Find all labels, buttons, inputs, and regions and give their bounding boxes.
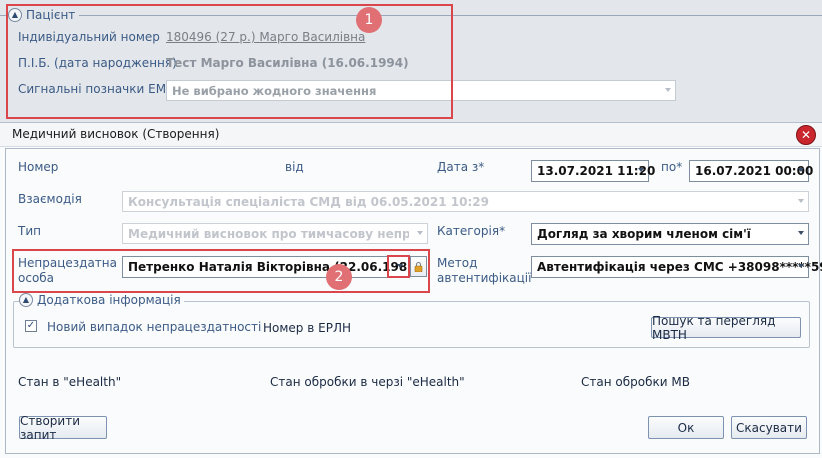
create-request-button[interactable]: Створити запит — [19, 414, 107, 442]
chevron-down-icon — [665, 88, 671, 92]
number-label: Номер — [18, 160, 59, 174]
interaction-value: Консультація спеціаліста СМД від 06.05.2… — [128, 195, 489, 209]
status-queue: Стан обробки в черзі "eHealth" — [270, 375, 465, 389]
type-value: Медичний висновок про тимчасову непрацез… — [128, 227, 409, 241]
chevron-down-icon — [798, 231, 804, 235]
dialog-title: Медичний висновок (Створення) — [12, 127, 220, 141]
chevron-down-icon — [798, 264, 804, 268]
extra-info-header[interactable]: ▲ Додаткова інформація — [19, 293, 184, 307]
date-to-value: 16.07.2021 00:00 — [695, 164, 814, 178]
step-badge-1: 1 — [356, 7, 382, 33]
status-mv: Стан обробки МВ — [581, 375, 690, 389]
new-case-label: Новий випадок непрацездатності — [47, 320, 262, 334]
category-value: Догляд за хворим членом сім'ї — [537, 227, 751, 241]
type-select[interactable]: Медичний висновок про тимчасову непрацез… — [122, 223, 428, 244]
status-ehealth: Стан в "eHealth" — [18, 375, 122, 389]
collapse-icon[interactable]: ▲ — [19, 293, 33, 307]
date-from-field[interactable]: 13.07.2021 11:20 — [531, 160, 655, 182]
interaction-select[interactable]: Консультація спеціаліста СМД від 06.05.2… — [122, 191, 809, 212]
date-to-field[interactable]: 16.07.2021 00:00 — [689, 160, 813, 182]
search-mvtn-button[interactable]: Пошук та перегляд МВТН — [651, 314, 801, 342]
auth-label: Метод автентифікації — [437, 256, 531, 286]
chevron-down-icon[interactable] — [638, 168, 644, 172]
erln-label: Номер в ЕРЛН — [263, 321, 351, 335]
highlight-box-2 — [12, 249, 430, 293]
new-case-checkbox[interactable]: ✓ — [25, 320, 37, 332]
highlight-box-arrow — [387, 255, 410, 278]
chevron-down-icon[interactable] — [798, 168, 804, 172]
auth-value: Автентифікація через СМС +38098*****59 — [537, 260, 822, 274]
from-label: від — [285, 160, 304, 174]
type-label: Тип — [18, 224, 41, 238]
category-select[interactable]: Догляд за хворим членом сім'ї — [531, 223, 809, 245]
ok-button[interactable]: Ок — [648, 416, 724, 439]
extra-info-title: Додаткова інформація — [37, 293, 181, 307]
step-badge-2: 2 — [326, 264, 352, 290]
auth-label-line1: Метод — [437, 256, 478, 270]
auth-label-line2: автентифікації — [437, 271, 532, 285]
medical-conclusion-dialog: Медичний висновок (Створення) ✕ Номер ві… — [0, 122, 822, 458]
chevron-down-icon — [417, 231, 423, 235]
close-icon[interactable]: ✕ — [796, 125, 816, 145]
chevron-down-icon — [798, 199, 804, 203]
category-label: Категорія* — [437, 224, 506, 238]
highlight-box-1 — [6, 4, 453, 119]
date-from-label: Дата з* — [437, 160, 485, 174]
cancel-button[interactable]: Скасувати — [731, 416, 807, 439]
date-to-label: по* — [661, 160, 683, 174]
checkmark-icon: ✓ — [26, 320, 36, 331]
auth-select[interactable]: Автентифікація через СМС +38098*****59 — [531, 256, 822, 278]
interaction-label: Взаємодія — [18, 192, 82, 206]
